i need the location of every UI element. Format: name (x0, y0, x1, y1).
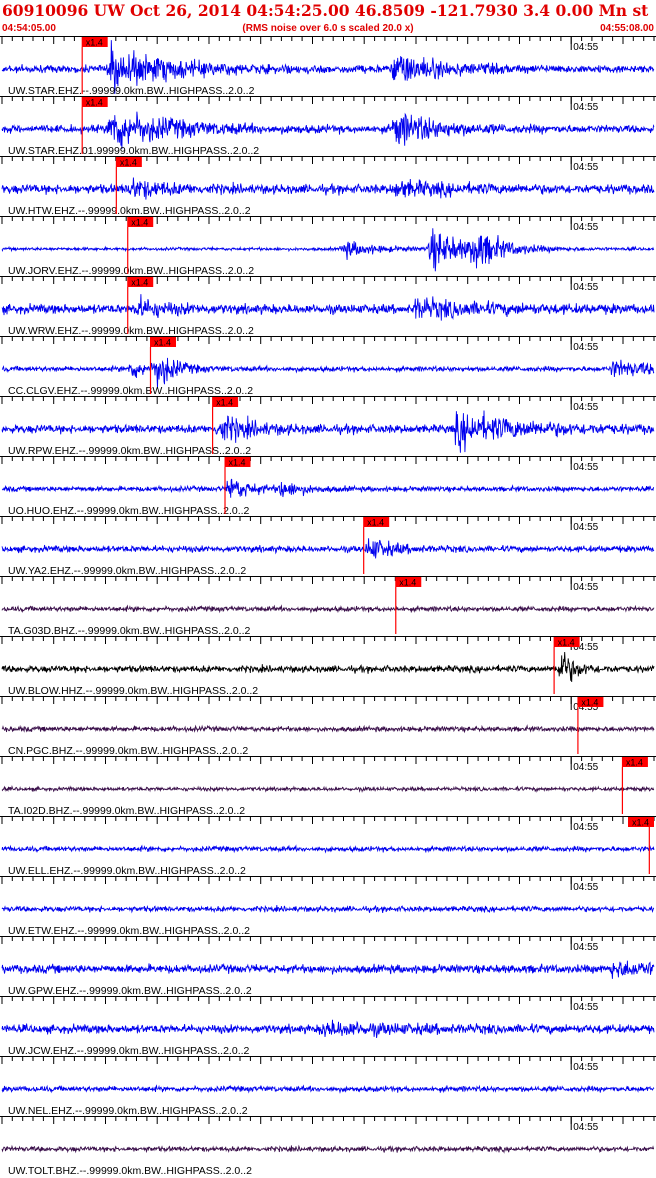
minute-label: 04:55 (573, 1002, 598, 1013)
trace-label: UW.HTW.EHZ.--.99999.0km.BW..HIGHPASS..2.… (8, 205, 251, 217)
pick-label: x1.4 (131, 218, 148, 228)
minute-label: 04:55 (573, 822, 598, 833)
time-ticks (1, 877, 655, 884)
time-ticks (1, 697, 655, 704)
trace-label: UW.NEL.EHZ.--.99999.0km.BW..HIGHPASS..2.… (8, 1105, 248, 1117)
minute-label: 04:55 (573, 162, 598, 173)
minute-label: 04:55 (573, 522, 598, 533)
trace-label: UW.STAR.EHZ.01.99999.0km.BW..HIGHPASS..2… (8, 145, 259, 157)
waveform-trace (1, 724, 655, 734)
waveform-trace (1, 960, 655, 979)
minute-label: 04:55 (573, 942, 598, 953)
waveform-trace (1, 1144, 654, 1154)
pick-label: x1.4 (131, 278, 148, 288)
minute-label: 04:55 (573, 462, 598, 473)
waveform-trace (1, 357, 655, 389)
waveform-trace (1, 784, 655, 793)
minute-label: 04:55 (573, 102, 598, 113)
minute-label: 04:55 (573, 882, 598, 893)
time-ticks (1, 997, 655, 1004)
minute-label: 04:55 (573, 1062, 598, 1073)
trace-label: UW.YA2.EHZ.--.99999.0km.BW..HIGHPASS..2.… (8, 565, 246, 577)
time-ticks (1, 1057, 655, 1064)
waveform-trace (1, 177, 655, 200)
waveform-trace (1, 904, 655, 914)
trace-label: CC.CLGV.EHZ.--.99999.0km.BW..HIGHPASS..2… (8, 385, 253, 397)
minute-label: 04:55 (573, 402, 598, 413)
pick-label: x1.4 (581, 698, 598, 708)
trace-label: UW.BLOW.HHZ.--.99999.0km.BW..HIGHPASS..2… (8, 685, 258, 697)
waveform-trace (1, 1019, 655, 1039)
pick-label: x1.4 (632, 818, 649, 828)
trace-label: UW.RPW.EHZ.--.99999.0km.BW..HIGHPASS..2.… (8, 445, 251, 457)
waveform-trace (1, 844, 655, 854)
trace-label: UW.ETW.EHZ.--.99999.0km.BW..HIGHPASS..2.… (8, 925, 250, 937)
pick-label: x1.4 (399, 578, 416, 588)
time-ticks (1, 1117, 655, 1124)
waveform-trace (1, 604, 655, 614)
pick-label: x1.4 (86, 98, 103, 108)
waveform-trace (1, 294, 655, 321)
waveform-trace (1, 111, 655, 149)
minute-label: 04:55 (573, 582, 598, 593)
time-ticks (1, 937, 655, 944)
time-ticks (1, 397, 655, 404)
minute-label: 04:55 (573, 282, 598, 293)
pick-label: x1.4 (367, 518, 384, 528)
minute-label: 04:55 (573, 1122, 598, 1133)
time-ticks (1, 577, 655, 584)
pick-label: x1.4 (216, 398, 233, 408)
trace-label: UW.GPW.EHZ.--.99999.0km.BW..HIGHPASS..2.… (8, 985, 252, 997)
minute-label: 04:55 (573, 762, 598, 773)
time-ticks (1, 757, 655, 764)
pick-label: x1.4 (154, 338, 171, 348)
time-ticks (1, 457, 655, 464)
time-ticks (1, 817, 655, 824)
pick-label: x1.4 (120, 158, 137, 168)
trace-label: UO.HUO.EHZ.--.99999.0km.BW..HIGHPASS..2.… (8, 505, 250, 517)
trace-label: UW.STAR.EHZ.--.99999.0km.BW..HIGHPASS..2… (8, 85, 255, 97)
trace-label: UW.ELL.EHZ.--.99999.0km.BW..HIGHPASS..2.… (8, 865, 246, 877)
trace-label: UW.TOLT.BHZ.--.99999.0km.BW..HIGHPASS..2… (8, 1165, 252, 1177)
minute-label: 04:55 (573, 42, 598, 53)
time-ticks (1, 517, 655, 524)
trace-label: TA.G03D.BHZ.--.99999.0km.BW..HIGHPASS..2… (8, 625, 251, 637)
pick-label: x1.4 (229, 458, 246, 468)
pick-label: x1.4 (626, 758, 643, 768)
seismogram-page: { "header": { "title": "60910096 UW Oct … (0, 0, 656, 1178)
time-ticks (1, 337, 655, 344)
trace-label: CN.PGC.BHZ.--.99999.0km.BW..HIGHPASS..2.… (8, 745, 248, 757)
time-ticks (1, 157, 655, 164)
waveform-trace (1, 478, 655, 498)
trace-label: UW.JORV.EHZ.--.99999.0km.BW..HIGHPASS..2… (8, 265, 254, 277)
minute-label: 04:55 (573, 342, 598, 353)
waveform-trace (1, 651, 655, 683)
waveform-trace (1, 1084, 655, 1094)
minute-label: 04:55 (573, 222, 598, 233)
pick-label: x1.4 (558, 638, 575, 648)
trace-label: TA.I02D.BHZ.--.99999.0km.BW..HIGHPASS..2… (8, 805, 245, 817)
time-ticks (1, 217, 655, 224)
waveform-trace (1, 538, 655, 559)
seismogram-plot: 04:55 UW.STAR.EHZ.--.99999.0km.BW..HIGHPA… (0, 36, 656, 1177)
trace-label: UW.JCW.EHZ.--.99999.0km.BW..HIGHPASS..2.… (8, 1045, 250, 1057)
trace-label: UW.WRW.EHZ.--.99999.0km.BW..HIGHPASS..2.… (8, 325, 254, 337)
time-ticks (1, 277, 655, 284)
pick-label: x1.4 (86, 38, 103, 48)
